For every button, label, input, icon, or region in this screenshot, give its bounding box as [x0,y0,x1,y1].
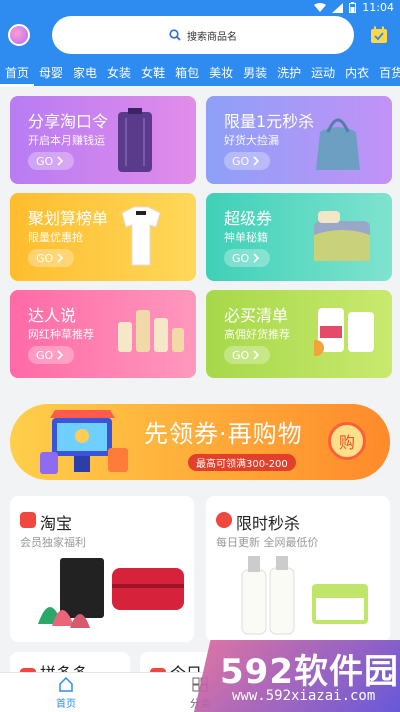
go-label: GO [232,154,250,168]
promo-go-button[interactable]: GO [224,346,270,364]
category-tab[interactable]: 家电 [68,60,102,86]
promo-title: 达人说 [28,306,77,325]
promo-title: 超级券 [224,209,273,228]
promo-go-button[interactable]: GO [224,152,270,170]
product-image [38,558,184,628]
site-watermark: 592软件园 www.592xiazai.com [194,640,400,712]
promo-product-image [314,211,370,261]
promo-go-button[interactable]: GO [28,152,74,170]
banner-title: 先领券·再购物 [144,420,303,448]
go-label: GO [232,348,250,362]
status-time: 11:04 [362,1,394,14]
promo-super-coupon[interactable]: 超级券神单秘籍 GO [206,193,392,281]
promo-must-buy-list[interactable]: 必买清单高佣好货推荐 GO [206,290,392,378]
promo-title: 聚划算榜单 [28,209,109,228]
promo-go-button[interactable]: GO [28,249,74,267]
category-tab[interactable]: 首页 [0,60,35,86]
promo-subtitle: 限量优惠抢 [28,231,83,244]
category-tab[interactable]: 箱包 [170,60,204,86]
buy-coin-icon: 购 [328,422,366,460]
card-title: 淘宝 [40,514,73,533]
category-tab[interactable]: 洗护 [272,60,306,86]
signal-icon [332,2,344,13]
promo-subtitle: 网红种草推荐 [28,328,94,341]
card-subtitle: 会员独家福利 [20,536,86,549]
sign-in-icon[interactable] [370,26,388,44]
category-tab[interactable]: 女装 [102,60,136,86]
app-header: 11:04 搜索商品名 首页 母婴 家电 女装 女鞋 箱包 美妆 男装 洗护 运动 内衣 百货 [0,0,400,86]
search-icon [169,29,181,41]
go-label: GO [36,251,54,265]
taobao-card[interactable]: 淘宝 会员独家福利 [10,496,194,642]
nav-home[interactable]: 首页 [36,676,96,710]
promo-product-image [121,206,161,266]
banner-pill: 最高可领满300-200 [188,454,296,471]
chevron-right-icon [57,253,64,263]
watermark-brand: 592软件园 [220,652,399,692]
promo-subtitle: 神单秘籍 [224,231,268,244]
flash-sale-card[interactable]: 限时秒杀 每日更新 全网最低价 [206,496,390,642]
promo-influencer-picks[interactable]: 达人说网红种草推荐 GO [10,290,196,378]
coupon-banner[interactable]: 先领券·再购物 最高可领满300-200 购 [10,404,390,480]
chevron-right-icon [57,156,64,166]
category-tab[interactable]: 美妆 [204,60,238,86]
status-bar: 11:04 [0,0,400,16]
promo-subtitle: 开启本月赚钱运 [28,134,105,147]
promo-go-button[interactable]: GO [28,346,74,364]
shopping-illustration [40,410,128,474]
category-tab[interactable]: 母婴 [34,60,68,86]
category-tab[interactable]: 内衣 [340,60,374,86]
chevron-right-icon [253,350,260,360]
taobao-icon [20,512,36,528]
promo-product-image [314,308,374,356]
promo-share-code[interactable]: 分享淘口令开启本月赚钱运 GO [10,96,196,184]
product-image [241,556,368,635]
promo-one-yuan-flash[interactable]: 限量1元秒杀好货大捡漏 GO [206,96,392,184]
chevron-right-icon [253,253,260,263]
category-tabs: 首页 母婴 家电 女装 女鞋 箱包 美妆 男装 洗护 运动 内衣 百货 [0,60,400,86]
card-title: 限时秒杀 [236,514,301,533]
promo-title: 分享淘口令 [28,112,109,131]
watermark-url: www.592xiazai.com [232,688,376,704]
category-tab[interactable]: 运动 [306,60,340,86]
battery-icon [349,2,357,13]
nav-label: 首页 [56,699,76,710]
promo-subtitle: 好货大捡漏 [224,134,279,147]
promo-go-button[interactable]: GO [224,249,270,267]
promo-product-image [118,310,184,352]
go-label: GO [232,251,250,265]
promo-product-image [118,108,152,172]
category-tab[interactable]: 女鞋 [136,60,170,86]
category-tab[interactable]: 男装 [238,60,272,86]
chevron-right-icon [57,350,64,360]
promo-product-image [316,118,360,170]
chevron-right-icon [253,156,260,166]
promo-title: 限量1元秒杀 [224,112,315,131]
category-tab[interactable]: 百货 [374,60,400,86]
promo-subtitle: 高佣好货推荐 [224,328,290,341]
go-label: GO [36,348,54,362]
search-placeholder: 搜索商品名 [187,31,237,43]
promo-juhuasuan-rank[interactable]: 聚划算榜单限量优惠抢 GO [10,193,196,281]
go-label: GO [36,154,54,168]
wifi-icon [314,2,327,12]
lightning-icon [216,512,232,528]
card-subtitle: 每日更新 全网最低价 [216,536,319,549]
user-avatar[interactable] [8,24,30,46]
search-bar[interactable]: 搜索商品名 [52,16,354,54]
promo-title: 必买清单 [224,306,289,325]
home-icon [59,676,73,692]
